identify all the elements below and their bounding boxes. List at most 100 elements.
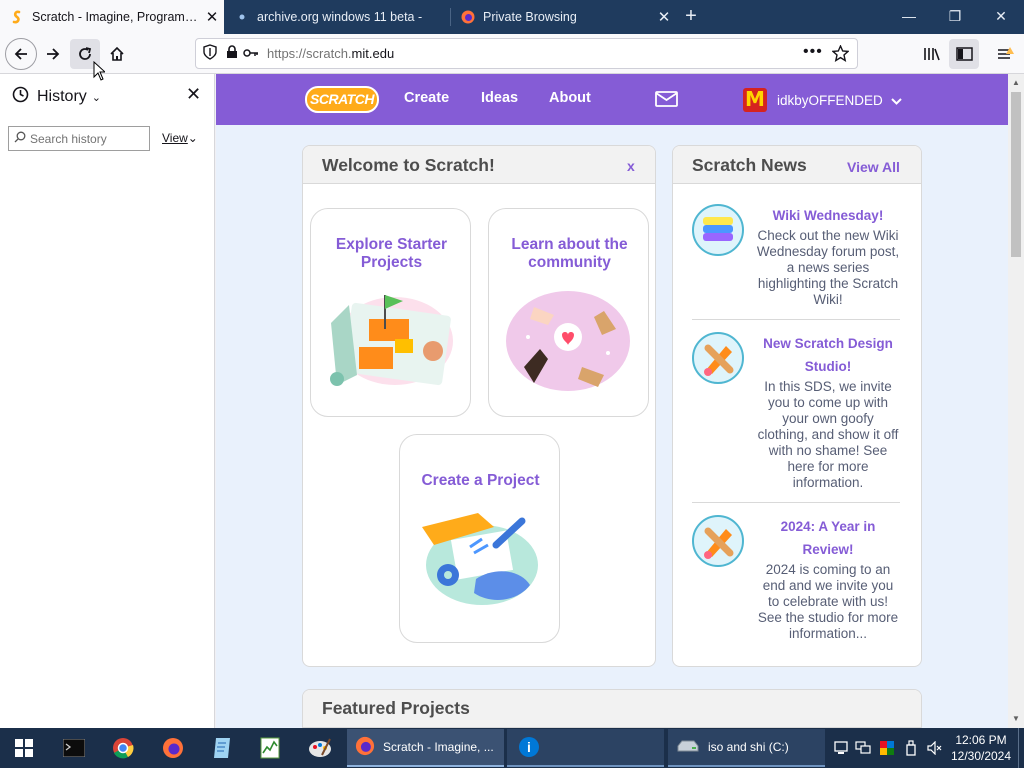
news-item-body: In this SDS, we invite you to come up wi… <box>757 379 899 490</box>
clock-icon <box>12 86 29 108</box>
news-item[interactable]: Wiki Wednesday! Check out the new Wiki W… <box>692 204 900 314</box>
bookmark-star-icon[interactable] <box>831 44 850 65</box>
learn-community-card[interactable]: Learn about the community <box>488 208 649 417</box>
tab-title: Scratch - Imagine, Program, Sh <box>32 10 200 24</box>
chevron-down-icon: ⌄ <box>187 131 198 145</box>
taskbar-window-label: Scratch - Imagine, ... <box>383 740 494 754</box>
color-app-icon[interactable] <box>878 728 896 768</box>
page-scrollbar[interactable]: ▲ ▼ <box>1008 74 1024 728</box>
clock-date: 12/30/2024 <box>950 749 1012 763</box>
library-icon[interactable] <box>917 39 947 69</box>
nav-toolbar: https://scratch.mit.edu ••• <box>0 34 1024 74</box>
nav-about-link[interactable]: About <box>549 90 591 106</box>
view-menu-button[interactable]: View⌄ <box>162 131 198 145</box>
url-text: https://scratch.mit.edu <box>267 46 395 61</box>
view-all-link[interactable]: View All <box>847 159 900 175</box>
welcome-title: Welcome to Scratch! <box>322 155 495 175</box>
firefox-icon[interactable] <box>155 728 191 768</box>
paint-icon[interactable] <box>302 728 338 768</box>
create-project-illustration-icon <box>422 513 538 605</box>
forward-icon[interactable] <box>38 39 68 69</box>
mouse-cursor-icon <box>93 61 105 81</box>
taskbar-drive-window[interactable]: iso and shi (C:) <box>668 729 825 767</box>
tab-bar: Scratch - Imagine, Program, Sh ✕ archive… <box>0 0 1024 34</box>
wiki-icon <box>692 204 744 256</box>
close-tab-icon[interactable]: ✕ <box>652 8 676 26</box>
home-icon[interactable] <box>102 39 132 69</box>
close-tab-icon[interactable]: ✕ <box>200 8 224 26</box>
news-header: Scratch News View All <box>673 146 921 184</box>
scratch-logo[interactable]: SCRATCH <box>305 86 379 113</box>
taskbar-clock[interactable]: 12:06 PM 12/30/2024 <box>948 732 1014 764</box>
taskbar-info-window[interactable]: i <box>507 729 664 767</box>
history-sidebar: History ⌄ ✕ Search history View⌄ <box>0 74 215 728</box>
page-actions-icon[interactable]: ••• <box>803 43 823 61</box>
chevron-down-icon <box>891 93 902 108</box>
lock-icon[interactable] <box>226 45 238 62</box>
show-desktop-button[interactable] <box>1018 728 1024 768</box>
browser-window: Scratch - Imagine, Program, Sh ✕ archive… <box>0 0 1024 768</box>
news-item-body: Check out the new Wiki Wednesday forum p… <box>756 228 900 307</box>
scratch-navbar: SCRATCH Create Ideas About M idkbyOFFEND… <box>216 74 1008 125</box>
starter-projects-illustration-icon <box>330 295 453 386</box>
explore-starter-card[interactable]: Explore Starter Projects <box>310 208 471 417</box>
news-divider <box>692 319 900 320</box>
account-menu[interactable]: M idkbyOFFENDED <box>743 88 902 112</box>
taskbar-firefox-window[interactable]: Scratch - Imagine, ... <box>347 729 504 767</box>
nav-ideas-link[interactable]: Ideas <box>481 90 518 106</box>
taskbar-window-label: iso and shi (C:) <box>708 740 789 754</box>
news-item[interactable]: New Scratch Design Studio! In this SDS, … <box>692 332 900 492</box>
menu-icon[interactable] <box>990 39 1020 69</box>
history-search-input[interactable]: Search history <box>8 126 150 151</box>
create-project-card[interactable]: Create a Project <box>399 434 560 643</box>
design-studio-icon <box>692 332 744 384</box>
sidebar-toggle-icon[interactable] <box>949 39 979 69</box>
messages-icon[interactable] <box>655 91 678 112</box>
scroll-thumb[interactable] <box>1011 92 1021 257</box>
volume-muted-icon[interactable] <box>926 728 944 768</box>
new-tab-icon[interactable]: + <box>678 0 704 34</box>
page-content: SCRATCH Create Ideas About M idkbyOFFEND… <box>216 74 1008 728</box>
tab-title: archive.org windows 11 beta - <box>257 10 423 24</box>
history-header[interactable]: History ⌄ <box>12 86 101 108</box>
close-welcome-button[interactable]: x <box>627 158 635 174</box>
news-title: Scratch News <box>692 155 807 175</box>
usb-icon[interactable] <box>902 728 920 768</box>
featured-header: Featured Projects <box>303 690 921 728</box>
shield-icon[interactable] <box>203 44 217 63</box>
tray-device-icon[interactable] <box>832 728 850 768</box>
avatar: M <box>743 88 767 112</box>
card-title: Explore Starter Projects <box>335 236 448 271</box>
tab-scratch[interactable]: Scratch - Imagine, Program, Sh ✕ <box>0 0 224 34</box>
scratch-favicon-icon <box>10 10 24 24</box>
clock-time: 12:06 PM <box>955 733 1007 747</box>
tab-archive[interactable]: archive.org windows 11 beta - <box>225 0 449 34</box>
notepad-icon[interactable] <box>204 728 240 768</box>
chrome-icon[interactable] <box>105 728 141 768</box>
network-icon[interactable] <box>854 728 872 768</box>
search-placeholder: Search history <box>30 131 107 146</box>
welcome-header: Welcome to Scratch! x <box>303 146 655 184</box>
taskbar: Scratch - Imagine, ... i iso and shi (C:… <box>0 728 1024 768</box>
history-title: History <box>37 88 87 105</box>
scroll-down-icon[interactable]: ▼ <box>1012 714 1020 723</box>
key-icon[interactable] <box>243 46 259 61</box>
card-title: Create a Project <box>421 472 540 489</box>
restore-icon[interactable]: ❐ <box>932 0 978 34</box>
close-sidebar-icon[interactable]: ✕ <box>186 84 201 105</box>
windows-start-icon[interactable] <box>0 728 48 768</box>
minimize-icon[interactable]: — <box>886 0 932 34</box>
close-window-icon[interactable]: ✕ <box>978 0 1024 34</box>
back-icon[interactable] <box>5 38 37 70</box>
task-manager-icon[interactable] <box>252 728 288 768</box>
firefox-icon <box>461 10 475 24</box>
terminal-icon[interactable] <box>56 728 92 768</box>
news-divider <box>692 502 900 503</box>
nav-create-link[interactable]: Create <box>404 90 449 106</box>
news-item[interactable]: 2024: A Year in Review! 2024 is coming t… <box>692 515 900 645</box>
news-item-title: 2024: A Year in Review! <box>780 519 876 557</box>
tab-private[interactable]: Private Browsing ✕ <box>451 0 676 34</box>
featured-title: Featured Projects <box>322 698 470 718</box>
scroll-up-icon[interactable]: ▲ <box>1012 78 1020 87</box>
url-bar[interactable]: https://scratch.mit.edu ••• <box>195 38 858 69</box>
